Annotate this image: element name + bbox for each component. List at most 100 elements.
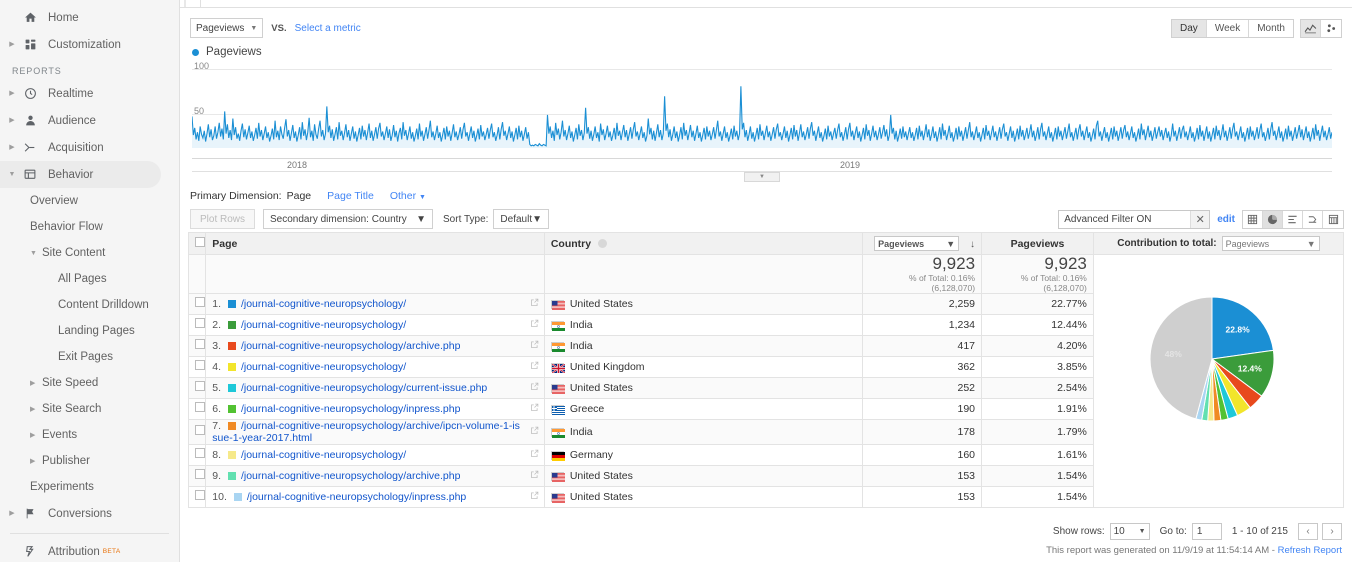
prev-page-button[interactable]: ‹ <box>1298 523 1318 540</box>
granularity-month[interactable]: Month <box>1249 20 1293 37</box>
open-in-new-icon[interactable] <box>530 449 539 461</box>
row-checkbox[interactable] <box>195 469 205 479</box>
secondary-dimension-select[interactable]: Secondary dimension: Country ▼ <box>263 209 433 229</box>
row-page-link[interactable]: /journal-cognitive-neuropsychology/archi… <box>212 420 520 444</box>
row-page-link[interactable]: /journal-cognitive-neuropsychology/ <box>241 449 406 461</box>
go-to-input[interactable]: 1 <box>1192 523 1222 540</box>
open-in-new-icon[interactable] <box>530 319 539 331</box>
advanced-filter-box[interactable]: Advanced Filter ON ✕ <box>1058 210 1210 229</box>
primary-metric-value: Pageviews <box>196 23 244 34</box>
dimension-page-title-link[interactable]: Page Title <box>327 190 374 202</box>
sidebar-item-customization[interactable]: ▶ Customization <box>0 31 179 58</box>
row-country-label: United States <box>570 470 633 482</box>
row-checkbox[interactable] <box>195 490 205 500</box>
open-in-new-icon[interactable] <box>530 470 539 482</box>
col-header-country[interactable]: Country <box>544 233 862 255</box>
line-chart-icon[interactable] <box>1301 20 1321 37</box>
flag-icon-in <box>551 321 564 330</box>
sidebar-item-publisher[interactable]: ▶ Publisher <box>0 448 179 474</box>
sidebar-item-all-pages[interactable]: All Pages <box>0 266 179 292</box>
flag-icon <box>18 507 42 520</box>
dimension-other-link[interactable]: Other ▼ <box>390 190 426 202</box>
open-in-new-icon[interactable] <box>530 403 539 415</box>
open-in-new-icon[interactable] <box>530 340 539 352</box>
sidebar-item-realtime[interactable]: ▶ Realtime <box>0 80 179 107</box>
sidebar-item-site-speed[interactable]: ▶ Site Speed <box>0 370 179 396</box>
row-page-link[interactable]: /journal-cognitive-neuropsychology/ <box>241 298 406 310</box>
open-in-new-icon[interactable] <box>530 426 539 438</box>
row-checkbox[interactable] <box>195 381 205 391</box>
pie-view-icon[interactable] <box>1263 211 1283 228</box>
totals-percent-value: 9,923 <box>988 255 1087 273</box>
plot-rows-button[interactable]: Plot Rows <box>190 209 255 229</box>
sort-descending-icon[interactable]: ↓ <box>970 239 975 250</box>
table-view-buttons <box>1242 210 1344 229</box>
row-checkbox[interactable] <box>195 448 205 458</box>
sidebar-item-conversions[interactable]: ▶ Conversions <box>0 500 179 527</box>
sidebar-item-exit-pages[interactable]: Exit Pages <box>0 344 179 370</box>
edit-filter-link[interactable]: edit <box>1217 214 1235 225</box>
sidebar-item-overview[interactable]: Overview <box>0 188 179 214</box>
person-icon <box>18 114 42 127</box>
row-checkbox[interactable] <box>195 339 205 349</box>
sidebar-item-attribution[interactable]: Attribution BETA <box>0 538 179 562</box>
go-to-label: Go to: <box>1160 526 1187 537</box>
row-pageviews-value: 252 <box>863 377 982 398</box>
granularity-day[interactable]: Day <box>1172 20 1207 37</box>
open-in-new-icon[interactable] <box>530 361 539 373</box>
row-checkbox[interactable] <box>195 318 205 328</box>
info-icon[interactable] <box>598 239 607 248</box>
select-all-checkbox[interactable] <box>195 237 205 247</box>
row-checkbox[interactable] <box>195 425 205 435</box>
sidebar-item-site-content[interactable]: ▼ Site Content <box>0 240 179 266</box>
row-page-link[interactable]: /journal-cognitive-neuropsychology/archi… <box>241 470 460 482</box>
col-header-pageviews[interactable]: Pageviews <box>982 233 1094 255</box>
chart-expand-handle[interactable]: ▼ <box>744 172 780 182</box>
pivot-view-icon[interactable] <box>1323 211 1343 228</box>
row-page-cell: 8. /journal-cognitive-neuropsychology/ <box>206 444 545 465</box>
metric-column-select[interactable]: Pageviews ▼ <box>874 236 959 251</box>
row-percent-value: 1.54% <box>982 465 1094 486</box>
sidebar-item-landing-pages[interactable]: Landing Pages <box>0 318 179 344</box>
sidebar-item-home[interactable]: Home <box>0 4 179 31</box>
contribution-select[interactable]: Pageviews ▼ <box>1222 236 1320 251</box>
table-view-icon[interactable] <box>1243 211 1263 228</box>
row-page-link[interactable]: /journal-cognitive-neuropsychology/archi… <box>241 340 460 352</box>
row-checkbox[interactable] <box>195 297 205 307</box>
col-header-page[interactable]: Page <box>206 233 545 255</box>
sidebar-item-behavior-flow[interactable]: Behavior Flow <box>0 214 179 240</box>
row-page-link[interactable]: /journal-cognitive-neuropsychology/ <box>241 361 406 373</box>
row-page-link[interactable]: /journal-cognitive-neuropsychology/ <box>241 319 406 331</box>
scatter-chart-icon[interactable] <box>1321 20 1341 37</box>
behavior-icon <box>18 168 42 181</box>
sidebar-item-behavior[interactable]: ▼ Behavior <box>0 161 161 188</box>
show-rows-select[interactable]: 10 ▼ <box>1110 523 1150 540</box>
sidebar-item-experiments[interactable]: Experiments <box>0 474 179 500</box>
sidebar-section-reports: REPORTS <box>0 58 179 80</box>
sidebar-item-content-drilldown[interactable]: Content Drilldown <box>0 292 179 318</box>
open-in-new-icon[interactable] <box>530 491 539 503</box>
sort-type-select[interactable]: Default ▼ <box>493 209 549 229</box>
sidebar-item-site-search[interactable]: ▶ Site Search <box>0 396 179 422</box>
row-checkbox[interactable] <box>195 402 205 412</box>
primary-metric-select[interactable]: Pageviews ▼ <box>190 18 263 38</box>
close-icon[interactable]: ✕ <box>1190 211 1209 228</box>
open-in-new-icon[interactable] <box>530 298 539 310</box>
open-in-new-icon[interactable] <box>530 382 539 394</box>
performance-view-icon[interactable] <box>1283 211 1303 228</box>
row-checkbox-cell <box>189 356 206 377</box>
row-page-link[interactable]: /journal-cognitive-neuropsychology/inpre… <box>247 491 466 503</box>
sidebar-item-acquisition[interactable]: ▶ Acquisition <box>0 134 179 161</box>
sidebar-item-audience[interactable]: ▶ Audience <box>0 107 179 134</box>
sidebar-item-events[interactable]: ▶ Events <box>0 422 179 448</box>
pie-slice-label: 12.4% <box>1238 364 1263 374</box>
row-page-link[interactable]: /journal-cognitive-neuropsychology/inpre… <box>241 403 460 415</box>
row-checkbox[interactable] <box>195 360 205 370</box>
granularity-week[interactable]: Week <box>1207 20 1249 37</box>
row-page-link[interactable]: /journal-cognitive-neuropsychology/curre… <box>241 382 487 394</box>
comparison-view-icon[interactable] <box>1303 211 1323 228</box>
timeseries-chart[interactable]: 100 50 2018 2019 ▼ <box>192 62 1332 170</box>
next-page-button[interactable]: › <box>1322 523 1342 540</box>
refresh-report-link[interactable]: Refresh Report <box>1278 545 1342 556</box>
select-metric-link[interactable]: Select a metric <box>295 23 361 34</box>
